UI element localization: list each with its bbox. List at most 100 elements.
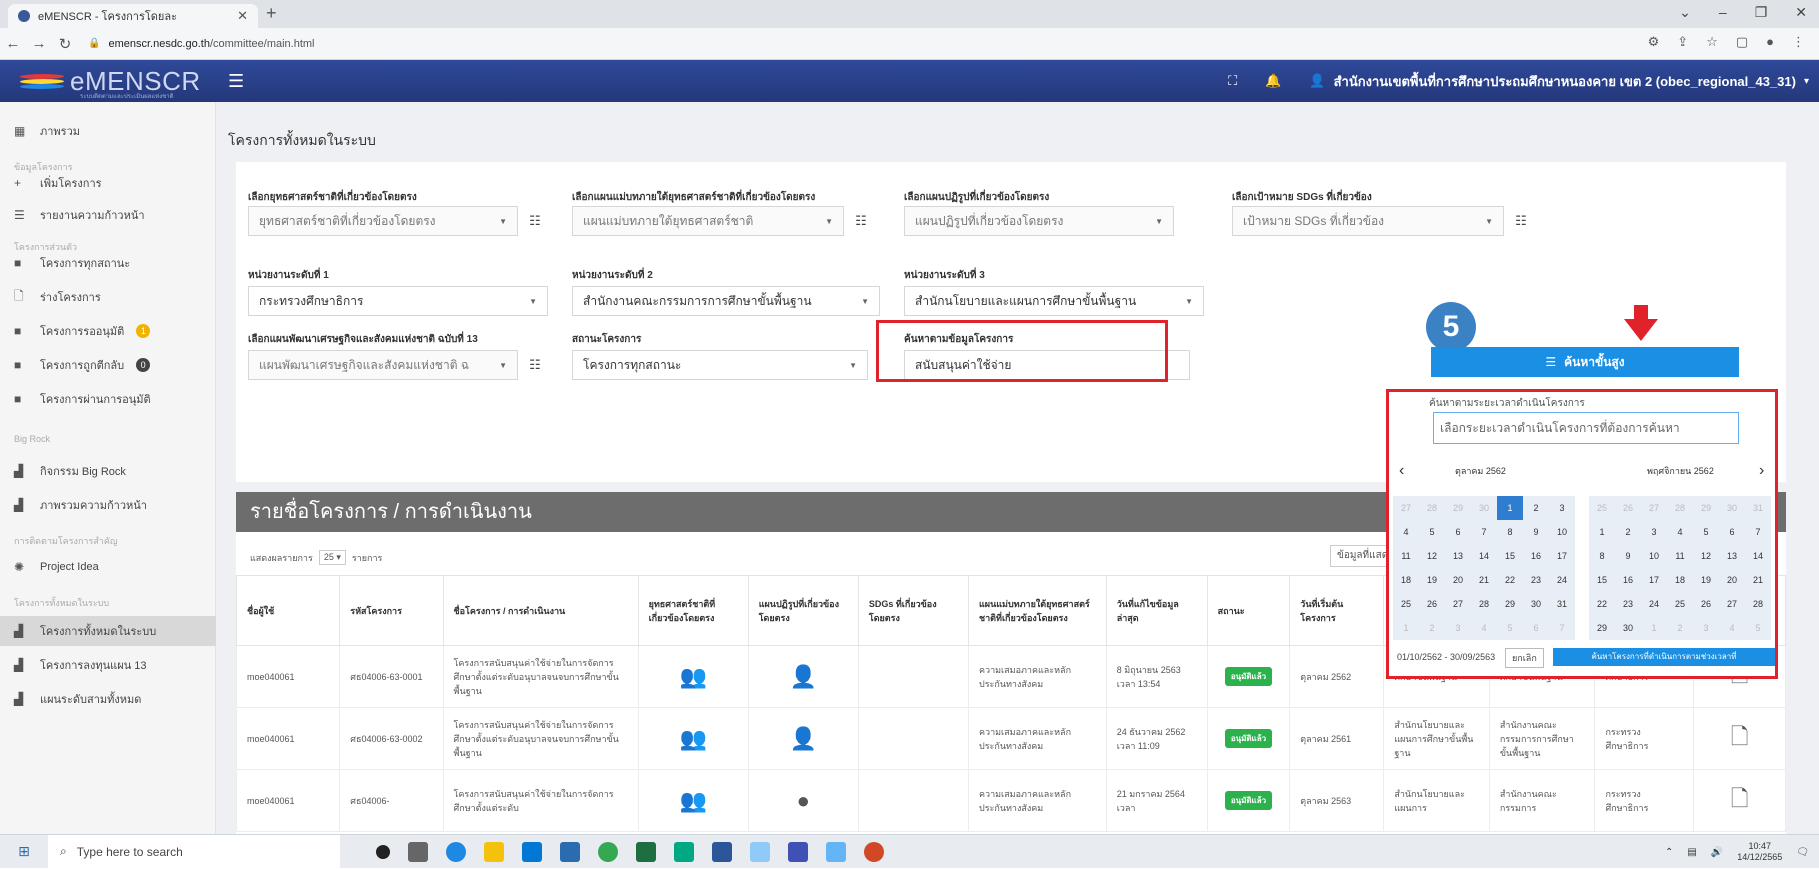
minimize-button[interactable]: – xyxy=(1719,4,1727,21)
status-select[interactable]: โครงการทุกสถานะ ▼ xyxy=(572,350,868,380)
calendar-day[interactable]: 5 xyxy=(1693,520,1719,544)
line-icon[interactable] xyxy=(674,841,694,862)
calendar-day[interactable]: 30 xyxy=(1719,496,1745,520)
extension-icon[interactable]: ⚙ xyxy=(1648,34,1660,50)
windows-start-icon[interactable]: ⊞ xyxy=(0,843,48,860)
advanced-search-button[interactable]: ☰ ค้นหาขั้นสูง xyxy=(1431,347,1739,377)
calendar-day[interactable]: 23 xyxy=(1523,568,1549,592)
sidebar-item-overview[interactable]: ▦ ภาพรวม xyxy=(0,116,216,146)
fullscreen-icon[interactable]: ⛶ xyxy=(1228,73,1237,89)
sidebar-item-big-rock[interactable]: ▟ กิจกรรม Big Rock xyxy=(0,456,216,486)
calendar-day[interactable]: 23 xyxy=(1615,592,1641,616)
users-icon[interactable]: 👥 xyxy=(637,707,749,770)
calendar-day[interactable]: 30 xyxy=(1471,496,1497,520)
calendar-day[interactable]: 12 xyxy=(1419,544,1445,568)
column-header[interactable]: ชื่อโครงการ / การดำเนินงาน xyxy=(442,575,639,646)
edge-icon[interactable] xyxy=(446,841,466,862)
calendar-day[interactable]: 29 xyxy=(1693,496,1719,520)
calendar-day[interactable]: 6 xyxy=(1719,520,1745,544)
sidebar-item-all-projects[interactable]: ▟ โครงการทั้งหมดในระบบ xyxy=(0,616,216,646)
powerpoint-icon[interactable] xyxy=(864,841,884,862)
calendar-day[interactable]: 3 xyxy=(1641,520,1667,544)
strategy-select[interactable]: ยุทธศาสตร์ชาติที่เกี่ยวข้องโดยตรง ▼ xyxy=(248,206,518,236)
column-header[interactable]: ยุทธศาสตร์ชาติที่เกี่ยวข้องโดยตรง xyxy=(637,575,749,646)
close-tab-icon[interactable]: ✕ xyxy=(237,8,248,24)
calendar-day[interactable]: 1 xyxy=(1393,616,1419,640)
cell-name[interactable]: โครงการสนับสนุนค่าใช้จ่ายในการจัดการศึกษ… xyxy=(442,769,639,832)
menu-toggle-icon[interactable]: ☰ xyxy=(228,71,244,92)
list-icon[interactable]: ☷ xyxy=(524,213,546,229)
calendar-day[interactable]: 25 xyxy=(1667,592,1693,616)
calendar-day[interactable]: 8 xyxy=(1497,520,1523,544)
person-icon[interactable]: 👤 xyxy=(747,645,859,708)
calendar-day[interactable]: 4 xyxy=(1393,520,1419,544)
calendar-day[interactable]: 16 xyxy=(1523,544,1549,568)
calendar-day[interactable]: 24 xyxy=(1549,568,1575,592)
bell-icon[interactable]: 🔔 xyxy=(1265,73,1281,89)
sidepanel-icon[interactable]: ▢ xyxy=(1736,34,1748,50)
sidebar-item-project-idea[interactable]: ✺ Project Idea xyxy=(0,552,216,582)
calendar-day[interactable]: 1 xyxy=(1497,496,1523,520)
calendar-day[interactable]: 17 xyxy=(1549,544,1575,568)
calendar-day[interactable]: 20 xyxy=(1719,568,1745,592)
cell-name[interactable]: โครงการสนับสนุนค่าใช้จ่ายในการจัดการศึกษ… xyxy=(442,645,639,708)
person-icon[interactable]: ● xyxy=(747,769,859,832)
column-header[interactable]: ชื่อผู้ใช้ xyxy=(235,575,341,646)
calendar-day[interactable]: 25 xyxy=(1393,592,1419,616)
chevron-down-icon[interactable]: ⌄ xyxy=(1679,4,1691,21)
calendar-day[interactable]: 28 xyxy=(1419,496,1445,520)
calendar-day[interactable]: 1 xyxy=(1641,616,1667,640)
sidebar-item-approved[interactable]: ■ โครงการผ่านการอนุมัติ xyxy=(0,384,216,414)
sidebar-item-pending[interactable]: ■ โครงการรออนุมัติ 1 xyxy=(0,316,216,346)
user-menu[interactable]: 👤 สำนักงานเขตพื้นที่การศึกษาประถมศึกษาหน… xyxy=(1309,71,1809,92)
sidebar-item-drafts[interactable]: 🗋 ร่างโครงการ xyxy=(0,282,216,312)
page-size-select[interactable]: 25 ▾ xyxy=(318,550,346,565)
task-view-icon[interactable] xyxy=(408,841,428,862)
calendar-day[interactable]: 22 xyxy=(1589,592,1615,616)
calendar-day[interactable]: 9 xyxy=(1615,544,1641,568)
calendar-day[interactable]: 28 xyxy=(1471,592,1497,616)
close-window-button[interactable]: ✕ xyxy=(1795,4,1807,21)
volume-icon[interactable]: 🔊 xyxy=(1711,847,1723,858)
calendar-day[interactable]: 6 xyxy=(1445,520,1471,544)
table-row[interactable]: moe040061 ศธ04006- โครงการสนับสนุนค่าใช้… xyxy=(235,769,1786,832)
app-icon[interactable] xyxy=(560,841,580,862)
app-icon[interactable] xyxy=(750,841,770,862)
cancel-button[interactable]: ยกเลิก xyxy=(1505,648,1544,668)
chrome-icon[interactable] xyxy=(598,841,618,862)
document-icon[interactable]: 🗋 xyxy=(1693,707,1786,770)
calendar-day[interactable]: 18 xyxy=(1393,568,1419,592)
profile-icon[interactable]: ● xyxy=(1766,34,1774,50)
calendar-day[interactable]: 3 xyxy=(1693,616,1719,640)
date-range-input[interactable]: เลือกระยะเวลาดำเนินโครงการที่ต้องการค้นห… xyxy=(1433,412,1739,444)
app-icon[interactable] xyxy=(788,841,808,862)
sidebar-item-level3-plans[interactable]: ▟ แผนระดับสามทั้งหมด xyxy=(0,684,216,714)
masterplan-select[interactable]: แผนแม่บทภายใต้ยุทธศาสตร์ชาติ ▼ xyxy=(572,206,844,236)
calendar-day[interactable]: 29 xyxy=(1497,592,1523,616)
devplan-select[interactable]: แผนพัฒนาเศรษฐกิจและสังคมแห่งชาติ ฉ ▼ xyxy=(248,350,518,380)
sidebar-item-rejected[interactable]: ■ โครงการถูกตีกลับ 0 xyxy=(0,350,216,380)
calendar-day[interactable]: 7 xyxy=(1471,520,1497,544)
calendar-day[interactable]: 13 xyxy=(1445,544,1471,568)
column-header[interactable]: วันที่แก้ไขข้อมูลล่าสุด xyxy=(1105,575,1208,646)
calendar-day[interactable]: 18 xyxy=(1667,568,1693,592)
calendar-day[interactable]: 2 xyxy=(1667,616,1693,640)
taskbar-search[interactable]: ⌕ Type here to search xyxy=(48,834,340,869)
calendar-day[interactable]: 31 xyxy=(1745,496,1771,520)
calendar-day[interactable]: 19 xyxy=(1419,568,1445,592)
calendar-day[interactable]: 30 xyxy=(1615,616,1641,640)
list-icon[interactable]: ☷ xyxy=(1510,213,1532,229)
calendar-day[interactable]: 7 xyxy=(1745,520,1771,544)
calendar-day[interactable]: 2 xyxy=(1615,520,1641,544)
calendar-day[interactable]: 17 xyxy=(1641,568,1667,592)
calendar-day[interactable]: 27 xyxy=(1641,496,1667,520)
calendar-day[interactable]: 14 xyxy=(1745,544,1771,568)
calendar-day[interactable]: 25 xyxy=(1589,496,1615,520)
store-icon[interactable] xyxy=(522,841,542,862)
forward-button[interactable]: → xyxy=(26,35,52,52)
chevron-up-icon[interactable]: ⌃ xyxy=(1665,847,1673,858)
brand-logo[interactable]: eMENSCR ระบบติดตามและประเมินผลแห่งชาติ xyxy=(18,64,210,100)
column-header[interactable]: สถานะ xyxy=(1206,575,1291,646)
calendar-day[interactable]: 2 xyxy=(1523,496,1549,520)
sidebar-item-progress-overview[interactable]: ▟ ภาพรวมความก้าวหน้า xyxy=(0,490,216,520)
